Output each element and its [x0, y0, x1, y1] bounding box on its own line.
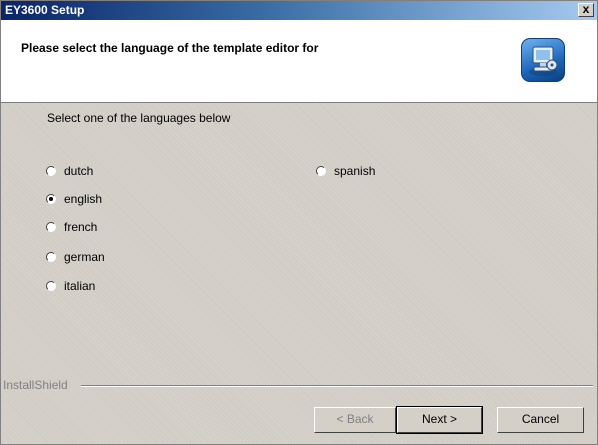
- radio-english-circle[interactable]: [46, 194, 56, 204]
- back-button[interactable]: < Back: [314, 407, 396, 433]
- radio-german-circle[interactable]: [46, 252, 56, 262]
- radio-italian-circle[interactable]: [46, 281, 56, 291]
- radio-dutch-circle[interactable]: [46, 166, 56, 176]
- installshield-label: InstallShield: [3, 378, 68, 392]
- footer-divider: [81, 385, 593, 387]
- radio-german[interactable]: german: [46, 249, 105, 265]
- radio-dutch-label[interactable]: dutch: [64, 164, 93, 178]
- close-button[interactable]: x: [578, 3, 594, 17]
- setup-window: EY3600 Setup x Please select the languag…: [0, 0, 598, 445]
- title-bar[interactable]: EY3600 Setup x: [1, 1, 597, 20]
- window-title: EY3600 Setup: [5, 3, 85, 17]
- radio-italian[interactable]: italian: [46, 278, 95, 294]
- radio-spanish-label[interactable]: spanish: [334, 164, 375, 178]
- radio-dutch[interactable]: dutch: [46, 163, 93, 179]
- radio-italian-label[interactable]: italian: [64, 279, 95, 293]
- radio-german-label[interactable]: german: [64, 250, 105, 264]
- radio-french-circle[interactable]: [46, 222, 56, 232]
- radio-french[interactable]: french: [46, 219, 97, 235]
- cancel-button[interactable]: Cancel: [497, 407, 584, 433]
- instruction-text: Select one of the languages below: [47, 111, 231, 125]
- radio-spanish[interactable]: spanish: [316, 163, 375, 179]
- computer-installer-icon: [521, 38, 565, 82]
- radio-english-label[interactable]: english: [64, 192, 102, 206]
- radio-english[interactable]: english: [46, 191, 102, 207]
- radio-french-label[interactable]: french: [64, 220, 97, 234]
- page-heading: Please select the language of the templa…: [21, 41, 319, 55]
- radio-spanish-circle[interactable]: [316, 166, 326, 176]
- next-button[interactable]: Next >: [396, 406, 483, 434]
- wizard-header: Please select the language of the templa…: [1, 20, 597, 103]
